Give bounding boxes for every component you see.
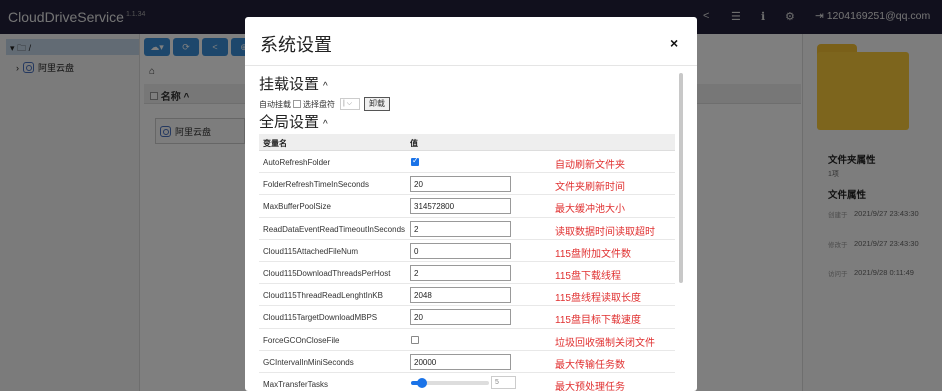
setting-slider[interactable] [411, 377, 489, 388]
setting-name: Cloud115TargetDownloadMBPS [263, 313, 378, 323]
table-row: FolderRefreshTimeInSeconds 20 文件夹刷新时间 [259, 173, 675, 196]
setting-name: MaxTransferTasks [263, 379, 329, 389]
table-row: MaxBufferPoolSize 314572800 最大缓冲池大小 [259, 195, 675, 218]
table-row: AutoRefreshFolder 自动刷新文件夹 [259, 151, 675, 174]
setting-note: 文件夹刷新时间 [555, 182, 625, 194]
setting-name: ReadDataEventReadTimeoutInSeconds [263, 224, 406, 234]
setting-input[interactable]: 20 [410, 176, 511, 193]
setting-note: 115盘下载线程 [555, 270, 621, 282]
setting-note: 115盘附加文件数 [555, 248, 631, 260]
setting-input[interactable]: 0 [410, 242, 511, 259]
modal-scrollbar[interactable] [679, 73, 683, 283]
setting-name: AutoRefreshFolder [263, 158, 331, 167]
table-row: Cloud115ThreadReadLenghtInKB 2048 115盘线程读取… [259, 284, 675, 307]
setting-note: 最大缓冲池大小 [555, 204, 625, 216]
setting-checkbox[interactable] [411, 335, 419, 344]
table-row: Cloud115TargetDownloadMBPS 20 115盘目标下载速度 [259, 306, 675, 329]
unmount-button[interactable]: 卸载 [364, 97, 390, 111]
setting-note: 115盘线程读取长度 [555, 293, 641, 305]
drive-letter-value: | [343, 100, 345, 107]
setting-input[interactable]: 20000 [410, 353, 511, 370]
column-header-name: 变量名 [263, 139, 287, 148]
setting-note: 最大传输任务数 [555, 359, 625, 371]
setting-input[interactable]: 2 [410, 264, 511, 281]
setting-input[interactable]: 20 [410, 309, 511, 326]
drive-letter-select[interactable]: | ⌵ [340, 98, 360, 110]
mount-section-header[interactable]: 挂载设置 ^ [259, 73, 328, 94]
table-row: ForceGCOnCloseFile 垃圾回收强制关闭文件 [259, 329, 675, 351]
setting-input[interactable]: 2 [410, 220, 511, 237]
mount-controls: 自动挂载 选择盘符 | ⌵ 卸载 [259, 97, 390, 111]
chevron-up-icon: ^ [323, 81, 328, 92]
settings-table: 变量名 值 AutoRefreshFolder 自动刷新文件夹 FolderRefr… [259, 134, 675, 391]
table-row: GCIntervalInMiniSeconds 20000 最大传输任务数 [259, 351, 675, 373]
choose-drive-checkbox[interactable] [293, 100, 301, 108]
divider [245, 65, 697, 66]
setting-name: Cloud115DownloadThreadsPerHost [263, 268, 391, 278]
setting-note: 115盘目标下载速度 [555, 315, 641, 327]
table-row: Cloud115AttachedFileNum 0 115盘附加文件数 [259, 240, 675, 262]
settings-modal: 系统设置 × 挂载设置 ^ 自动挂载 选择盘符 | ⌵ 卸载 全局设置 ^ 变量名 … [245, 17, 697, 391]
setting-name: Cloud115AttachedFileNum [263, 246, 359, 256]
table-row: MaxTransferTasks 5 最大预处理任务 [259, 373, 675, 391]
close-button[interactable]: × [670, 35, 678, 51]
global-section-header[interactable]: 全局设置 ^ [259, 111, 328, 132]
setting-name: ForceGCOnCloseFile [263, 335, 340, 345]
setting-name: Cloud115ThreadReadLenghtInKB [263, 291, 383, 301]
global-section-title: 全局设置 [259, 114, 320, 131]
chevron-up-icon: ^ [323, 119, 328, 130]
setting-name: GCIntervalInMiniSeconds [263, 357, 354, 367]
setting-input[interactable]: 2048 [410, 287, 511, 304]
setting-checkbox[interactable] [411, 156, 419, 166]
setting-note: 垃圾回收强制关闭文件 [555, 337, 655, 349]
choose-drive-label: 选择盘符 [303, 99, 335, 109]
table-row: ReadDataEventReadTimeoutInSeconds 2 读取数据时间… [259, 218, 675, 240]
setting-name: MaxBufferPoolSize [263, 202, 331, 212]
setting-note: 读取数据时间读取超时 [555, 226, 655, 238]
setting-name: FolderRefreshTimeInSeconds [263, 180, 369, 190]
column-header-value: 值 [410, 139, 418, 148]
mount-section-title: 挂载设置 [259, 76, 320, 93]
slider-value[interactable]: 5 [491, 375, 516, 389]
setting-note: 最大预处理任务 [555, 381, 625, 391]
setting-note: 自动刷新文件夹 [555, 160, 625, 171]
auto-mount-label: 自动挂载 [259, 99, 291, 109]
slider-thumb[interactable] [417, 377, 428, 388]
table-row: Cloud115DownloadThreadsPerHost 2 115盘下载线程 [259, 262, 675, 285]
table-header: 变量名 值 [259, 134, 675, 151]
modal-title: 系统设置 [260, 35, 332, 55]
setting-input[interactable]: 314572800 [410, 198, 511, 215]
